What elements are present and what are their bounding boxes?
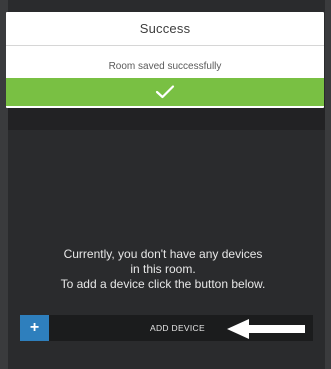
- dialog-title: Success: [139, 21, 191, 36]
- right-edge: [325, 0, 331, 369]
- empty-state-line-2: in this room.: [130, 262, 196, 276]
- confirm-button[interactable]: [6, 78, 324, 106]
- empty-state-line-3: To add a device click the button below.: [60, 277, 266, 291]
- empty-state-message: Currently, you don't have any devices in…: [18, 247, 308, 292]
- plus-icon[interactable]: +: [20, 315, 49, 341]
- check-icon: [155, 84, 175, 100]
- add-device-label: ADD DEVICE: [150, 323, 205, 333]
- empty-state-line-1: Currently, you don't have any devices: [63, 247, 263, 261]
- arrow-left-icon: [227, 319, 307, 344]
